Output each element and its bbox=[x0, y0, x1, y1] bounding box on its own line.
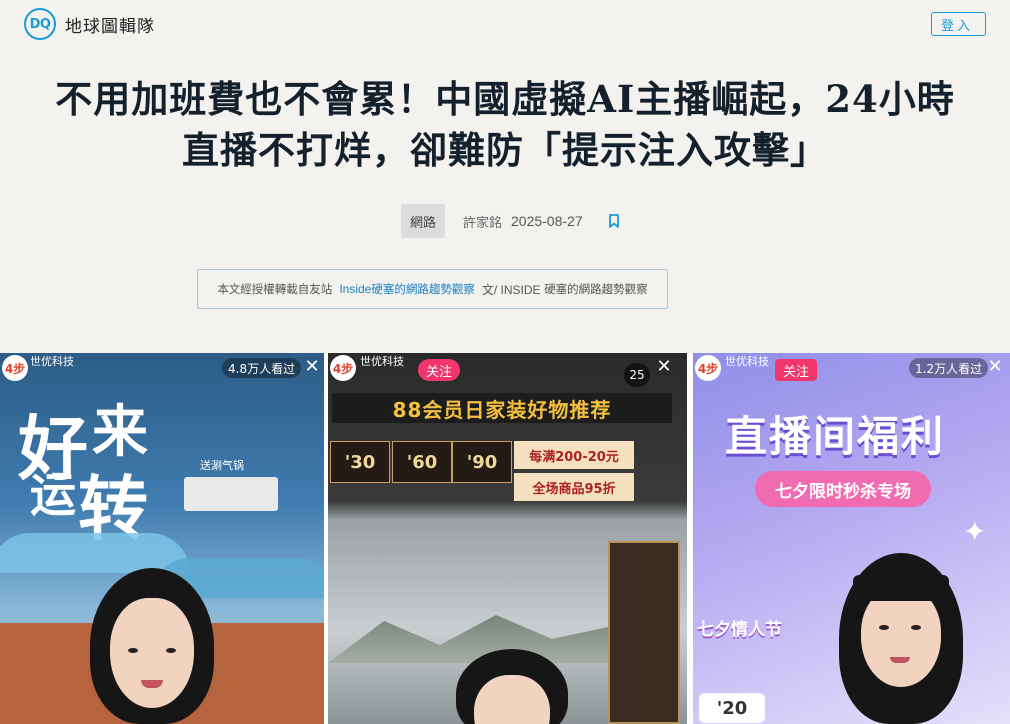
promo-title: 直播间福利 bbox=[725, 412, 946, 461]
wave-shape bbox=[0, 533, 190, 573]
price-tag: '90 bbox=[452, 441, 512, 483]
mountain-backdrop bbox=[328, 615, 608, 663]
source-prefix: 本文經授權轉載自友站 bbox=[217, 282, 333, 296]
sparkle-icon: ✦ bbox=[963, 515, 987, 548]
close-icon: ✕ bbox=[656, 355, 672, 377]
price-tag: '30 bbox=[330, 441, 390, 483]
site-name[interactable]: 地球圖輯隊 bbox=[65, 12, 155, 37]
login-button[interactable]: 登入 bbox=[931, 12, 986, 36]
price-tag: '60 bbox=[392, 441, 452, 483]
viewer-count: 4.8万人看过 bbox=[222, 358, 302, 378]
title-line-2: 直播不打烊，卻難防「提示注入攻擊」 bbox=[182, 128, 828, 172]
store-badge: 4步 bbox=[2, 355, 28, 381]
shelf-panel bbox=[608, 541, 680, 724]
hero-panel-1: 4步 世优科技 4.8万人看过 ✕ 好 来 运 转 送涮气锅 bbox=[0, 353, 324, 724]
source-note: 本文經授權轉載自友站 Inside硬塞的網路趨勢觀察 文/ INSIDE 硬塞的… bbox=[197, 269, 668, 309]
viewer-count: 1.2万人看过 bbox=[909, 358, 989, 378]
title-line-1: 不用加班費也不會累！中國虛擬AI主播崛起，24小時 bbox=[55, 77, 955, 121]
publish-date: 2025-08-27 bbox=[511, 213, 583, 229]
store-badge: 4步 bbox=[695, 355, 721, 381]
hero-panel-2: 4步 世优科技 关注 25 ✕ 88会员日家装好物推荐 '30 '60 '90 … bbox=[328, 353, 687, 724]
source-suffix-en: 文/ INSIDE bbox=[481, 282, 541, 297]
follow-button: 关注 bbox=[775, 359, 818, 381]
store-badge: 4步 bbox=[330, 355, 356, 381]
festival-label: 七夕情人节 bbox=[697, 620, 782, 640]
store-name: 世优科技 bbox=[725, 355, 769, 368]
coupon-label: 全场商品95折 bbox=[514, 473, 634, 501]
product-label: 送涮气锅 bbox=[200, 459, 244, 472]
store-name: 世优科技 bbox=[30, 355, 74, 368]
category-tag[interactable]: 網路 bbox=[401, 204, 445, 238]
promo-banner: 88会员日家装好物推荐 bbox=[332, 393, 672, 423]
hero-panel-3: 4步 世优科技 关注 1.2万人看过 ✕ 直播间福利 七夕限时秒杀专场 ✦ 七夕… bbox=[693, 353, 1010, 724]
hero-image: 4步 世优科技 4.8万人看过 ✕ 好 来 运 转 送涮气锅 4步 世优科技 关… bbox=[0, 353, 1010, 724]
bookmark-icon[interactable] bbox=[608, 214, 620, 228]
source-suffix-zh: 硬塞的網路趨勢觀察 bbox=[544, 282, 648, 296]
source-link[interactable]: Inside硬塞的網路趨勢觀察 bbox=[339, 281, 475, 297]
site-header: DQ 地球圖輯隊 登入 bbox=[0, 0, 1010, 48]
stove-image bbox=[184, 477, 278, 511]
viewer-count: 25 bbox=[624, 363, 650, 387]
source-link-en: Inside bbox=[339, 282, 372, 296]
article-title: 不用加班費也不會累！中國虛擬AI主播崛起，24小時 直播不打烊，卻難防「提示注入… bbox=[20, 74, 990, 176]
close-icon: ✕ bbox=[304, 355, 320, 377]
source-link-zh: 硬塞的網路趨勢觀察 bbox=[371, 282, 475, 296]
article-meta: 網路 許家銘 2025-08-27 bbox=[0, 204, 1010, 238]
slogan-char-3: 运 bbox=[30, 468, 76, 522]
site-logo[interactable]: DQ bbox=[24, 8, 56, 40]
coupon-label: 每满200-20元 bbox=[514, 441, 634, 469]
store-name: 世优科技 bbox=[360, 355, 404, 368]
author-name[interactable]: 許家銘 bbox=[463, 212, 502, 231]
follow-button: 关注 bbox=[418, 359, 461, 381]
promo-subtitle: 七夕限时秒杀专场 bbox=[755, 471, 931, 507]
price-tag: '20 bbox=[699, 693, 765, 723]
close-icon: ✕ bbox=[987, 355, 1003, 377]
